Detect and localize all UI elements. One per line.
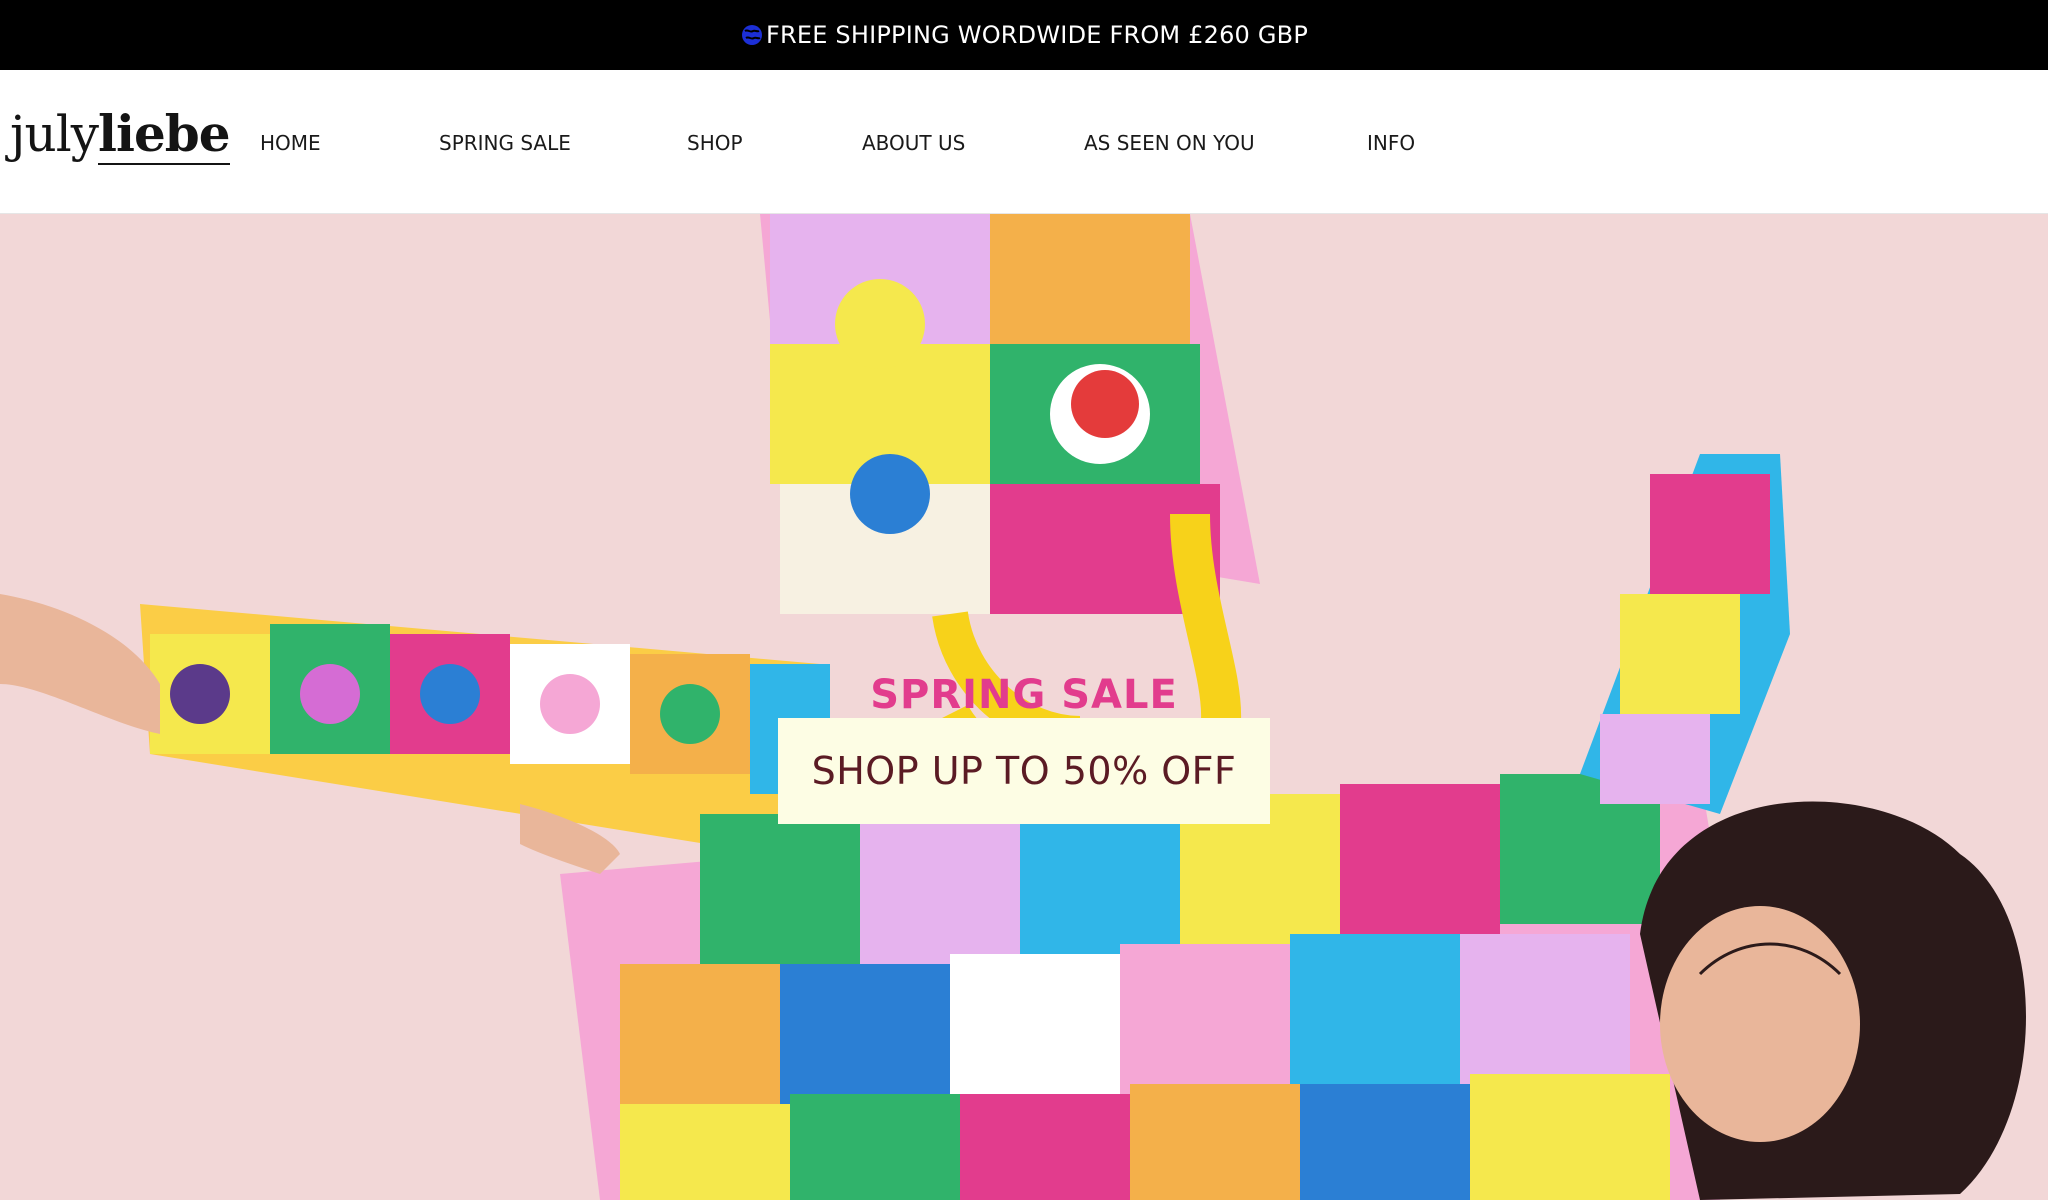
announcement-bar: FREE SHIPPING WORDWIDE FROM £260 GBP <box>0 0 2048 70</box>
nav-shop[interactable]: SHOP <box>687 128 743 158</box>
main-nav: HOME SPRING SALE SHOP ABOUT US AS SEEN O… <box>0 70 2048 214</box>
nav-spring-sale[interactable]: SPRING SALE <box>439 128 571 158</box>
nav-as-seen-on-you[interactable]: AS SEEN ON YOU <box>1084 128 1255 158</box>
nav-home[interactable]: HOME <box>260 128 321 158</box>
shop-sale-button[interactable]: SHOP UP TO 50% OFF <box>778 718 1270 824</box>
site-header: julyliebe HOME SPRING SALE SHOP ABOUT US… <box>0 70 2048 214</box>
globe-icon <box>740 23 764 47</box>
nav-about-us[interactable]: ABOUT US <box>862 128 965 158</box>
promo-kicker: SPRING SALE <box>870 672 1178 718</box>
announcement-text: FREE SHIPPING WORDWIDE FROM £260 GBP <box>765 21 1308 49</box>
hero-banner[interactable]: SPRING SALE SHOP UP TO 50% OFF <box>0 214 2048 1200</box>
nav-info[interactable]: INFO <box>1367 128 1415 158</box>
